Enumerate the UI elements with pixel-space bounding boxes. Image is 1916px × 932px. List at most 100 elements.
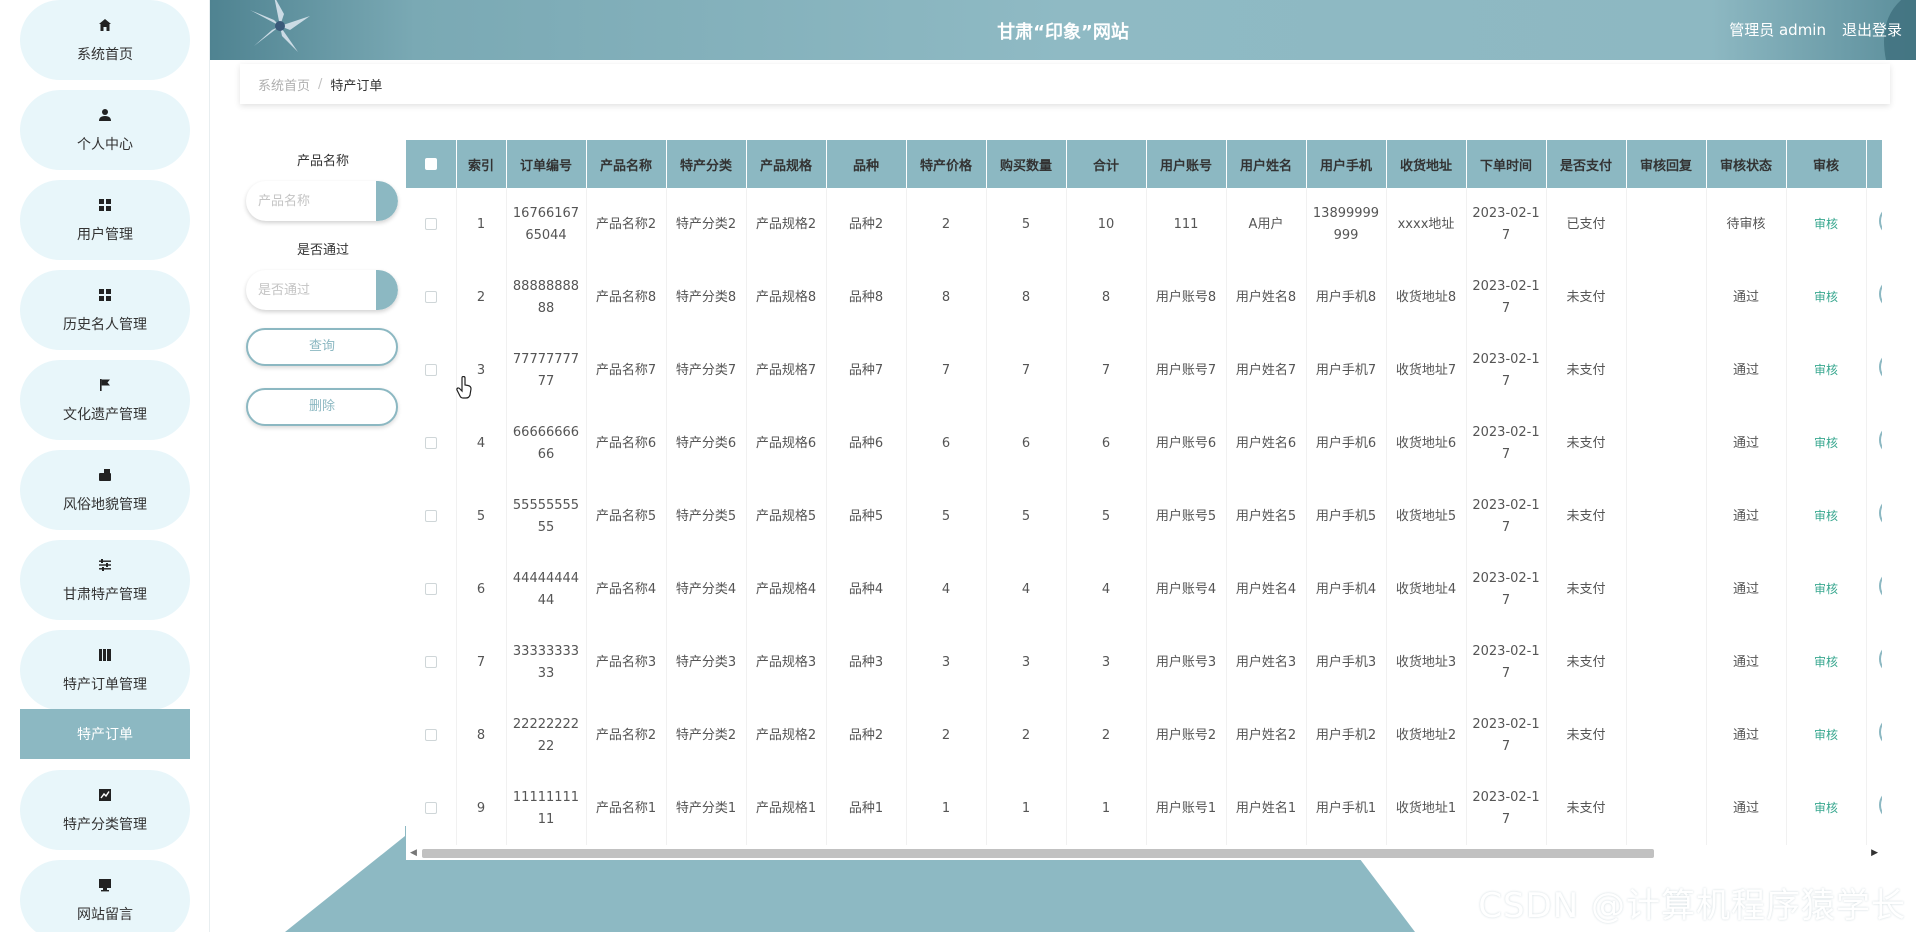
column-header[interactable]: 品种	[826, 140, 907, 188]
query-button[interactable]: 查询	[246, 328, 398, 366]
table-row[interactable]: 4 6666666666 产品名称6 特产分类6 产品规格6 品种6 6 6 6 用户账号6 用户姓…	[406, 407, 1882, 480]
cell-audit: 审核	[1786, 188, 1867, 261]
sidebar-item-orders-manage[interactable]: 特产订单管理	[20, 630, 190, 710]
column-header[interactable]: 购买数量	[986, 140, 1067, 188]
cell-paid: 已支付	[1546, 188, 1627, 261]
row-checkbox[interactable]	[424, 510, 437, 522]
select-all-cell	[406, 140, 457, 188]
pass-input[interactable]	[246, 270, 366, 310]
column-header[interactable]: 用户姓名	[1226, 140, 1307, 188]
audit-link[interactable]: 审核	[1814, 582, 1838, 596]
sidebar-item-users[interactable]: 用户管理	[20, 180, 190, 260]
row-checkbox[interactable]	[424, 291, 437, 303]
cell-time: 2023-02-17	[1466, 261, 1547, 334]
audit-link[interactable]: 审核	[1814, 290, 1838, 304]
table-row[interactable]: 7 3333333333 产品名称3 特产分类3 产品规格3 品种3 3 3 3 用户账号3 用户姓…	[406, 626, 1882, 699]
audit-link[interactable]: 审核	[1814, 509, 1838, 523]
column-header[interactable]: 特产分类	[666, 140, 747, 188]
row-action-button[interactable]	[1878, 423, 1882, 456]
column-header[interactable]: 用户手机	[1306, 140, 1387, 188]
audit-link[interactable]: 审核	[1814, 801, 1838, 815]
audit-link[interactable]: 审核	[1814, 728, 1838, 742]
table-row[interactable]: 5 5555555555 产品名称5 特产分类5 产品规格5 品种5 5 5 5 用户账号5 用户姓…	[406, 480, 1882, 553]
cell-paid: 未支付	[1546, 334, 1627, 407]
cell-time: 2023-02-17	[1466, 407, 1547, 480]
sidebar-item-messages[interactable]: 网站留言	[20, 860, 190, 932]
sidebar-item-heritage[interactable]: 文化遗产管理	[20, 360, 190, 440]
sidebar-item-categories[interactable]: 特产分类管理	[20, 770, 190, 850]
row-checkbox[interactable]	[424, 364, 437, 376]
table-row[interactable]: 9 1111111111 产品名称1 特产分类1 产品规格1 品种1 1 1 1 用户账号1 用户姓…	[406, 772, 1882, 845]
column-header[interactable]: 收货地址	[1386, 140, 1467, 188]
table-row[interactable]: 3 7777777777 产品名称7 特产分类7 产品规格7 品种7 7 7 7 用户账号7 用户姓…	[406, 334, 1882, 407]
cell-category: 特产分类2	[666, 188, 747, 261]
column-header[interactable]: 审核回复	[1626, 140, 1707, 188]
delete-button[interactable]: 删除	[246, 388, 398, 426]
sidebar-item-celebrities[interactable]: 历史名人管理	[20, 270, 190, 350]
breadcrumb-home[interactable]: 系统首页	[258, 75, 310, 94]
cell-spec: 产品规格1	[746, 772, 827, 845]
column-header[interactable]: 合计	[1066, 140, 1147, 188]
sidebar-item-customs[interactable]: 风俗地貌管理	[20, 450, 190, 530]
audit-link[interactable]: 审核	[1814, 655, 1838, 669]
column-header[interactable]: 审核	[1786, 140, 1867, 188]
cell-time: 2023-02-17	[1466, 188, 1547, 261]
grid-icon	[96, 286, 114, 304]
row-action-button[interactable]	[1878, 715, 1882, 748]
row-checkbox[interactable]	[424, 437, 437, 449]
audit-link[interactable]: 审核	[1814, 436, 1838, 450]
cell-reply	[1626, 699, 1707, 772]
column-header[interactable]: 审核状态	[1706, 140, 1787, 188]
cell-paid: 未支付	[1546, 553, 1627, 626]
row-action-button[interactable]	[1878, 350, 1882, 383]
sidebar-item-profile[interactable]: 个人中心	[20, 90, 190, 170]
sidebar-item-specialties[interactable]: 甘肃特产管理	[20, 540, 190, 620]
cell-index: 8	[456, 699, 507, 772]
table-row[interactable]: 8 2222222222 产品名称2 特产分类2 产品规格2 品种2 2 2 2 用户账号2 用户姓…	[406, 699, 1882, 772]
cell-category: 特产分类8	[666, 261, 747, 334]
column-header[interactable]: 用户账号	[1146, 140, 1227, 188]
table-row[interactable]: 1 1676616765044 产品名称2 特产分类2 产品规格2 品种2 2 5 10 111 A…	[406, 188, 1882, 261]
book-icon	[96, 646, 114, 664]
scroll-right-icon[interactable]: ▶	[1871, 848, 1878, 858]
row-checkbox[interactable]	[424, 218, 437, 230]
table-row[interactable]: 6 4444444444 产品名称4 特产分类4 产品规格4 品种4 4 4 4 用户账号4 用户姓…	[406, 553, 1882, 626]
cell-status: 通过	[1706, 553, 1787, 626]
sidebar-subitem-orders[interactable]: 特产订单	[20, 709, 190, 759]
row-action-button[interactable]	[1878, 642, 1882, 675]
logout-link[interactable]: 退出登录	[1842, 19, 1902, 40]
product-name-input[interactable]	[246, 181, 366, 221]
cell-name: 产品名称6	[586, 407, 667, 480]
row-action-button[interactable]	[1878, 788, 1882, 821]
column-header[interactable]: 订单编号	[506, 140, 587, 188]
sidebar-item-home[interactable]: 系统首页	[20, 0, 190, 80]
column-header[interactable]: 是否支付	[1546, 140, 1627, 188]
row-checkbox[interactable]	[424, 729, 437, 741]
select-all-checkbox[interactable]	[424, 158, 437, 170]
scrollbar-thumb[interactable]	[422, 849, 1654, 858]
cell-order-no: 7777777777	[506, 334, 587, 407]
cell-name: 产品名称4	[586, 553, 667, 626]
cell-audit: 审核	[1786, 772, 1867, 845]
table-row[interactable]: 2 8888888888 产品名称8 特产分类8 产品规格8 品种8 8 8 8 用户账号8 用户姓…	[406, 261, 1882, 334]
audit-link[interactable]: 审核	[1814, 363, 1838, 377]
cell-reply	[1626, 334, 1707, 407]
row-checkbox[interactable]	[424, 583, 437, 595]
column-header[interactable]: 产品规格	[746, 140, 827, 188]
row-action-button[interactable]	[1878, 569, 1882, 602]
column-header[interactable]: 下单时间	[1466, 140, 1547, 188]
row-action-button[interactable]	[1878, 496, 1882, 529]
cell-qty: 8	[986, 261, 1067, 334]
row-checkbox[interactable]	[424, 656, 437, 668]
cell-total: 10	[1066, 188, 1147, 261]
row-checkbox[interactable]	[424, 802, 437, 814]
row-action-button[interactable]	[1878, 204, 1882, 237]
row-select-cell	[406, 480, 457, 553]
horizontal-scrollbar[interactable]: ◀ ▶	[406, 846, 1882, 860]
column-header[interactable]: 产品名称	[586, 140, 667, 188]
column-header[interactable]: 索引	[456, 140, 507, 188]
audit-link[interactable]: 审核	[1814, 217, 1838, 231]
scroll-left-icon[interactable]: ◀	[410, 848, 417, 858]
column-header[interactable]: 特产价格	[906, 140, 987, 188]
row-action-button[interactable]	[1878, 277, 1882, 310]
